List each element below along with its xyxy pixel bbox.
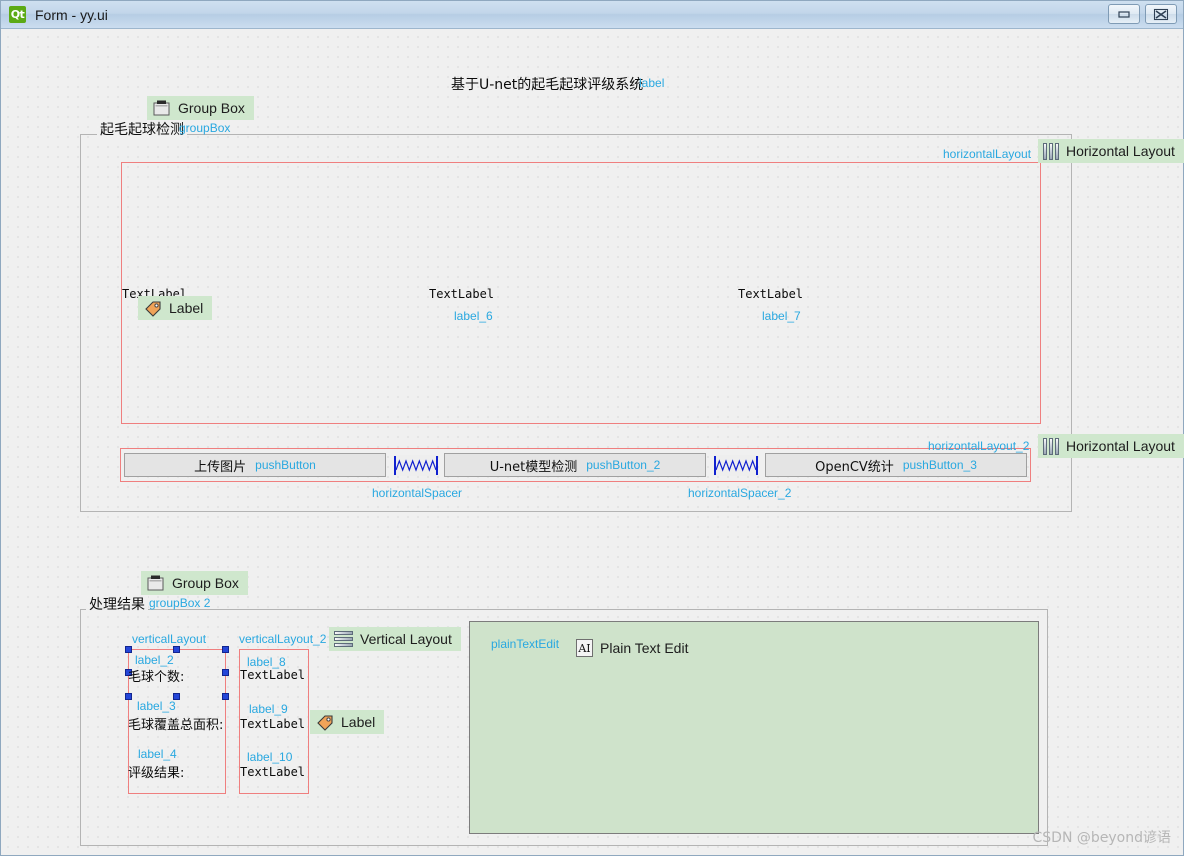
qt-logo-icon: Qt bbox=[9, 6, 26, 23]
vertical-layout-badge-text: Vertical Layout bbox=[360, 631, 452, 647]
horizontal-layout-badge-2: Horizontal Layout bbox=[1038, 434, 1184, 458]
image-label-2-objname: label_6 bbox=[454, 309, 493, 323]
selection-handle-top-right[interactable] bbox=[222, 646, 229, 653]
label-badge-2-text: Label bbox=[341, 714, 376, 730]
close-button[interactable] bbox=[1145, 4, 1177, 24]
plain-text-edit[interactable] bbox=[469, 621, 1039, 834]
horizontal-layout-2-objname: horizontalLayout_2 bbox=[928, 439, 1030, 453]
result-value-2-objname: label_9 bbox=[249, 702, 288, 716]
horizontal-spacer-2[interactable] bbox=[714, 455, 758, 476]
window-titlebar[interactable]: Qt Form - yy.ui bbox=[1, 1, 1183, 29]
watermark: CSDN @beyond谚语 bbox=[1032, 830, 1171, 846]
group-box-results-objname: groupBox 2 bbox=[149, 596, 211, 610]
upload-image-button-label: 上传图片 bbox=[194, 459, 247, 475]
minimize-button[interactable] bbox=[1108, 4, 1140, 24]
horizontal-layout-images[interactable] bbox=[121, 162, 1041, 424]
label-badge-2: Label bbox=[310, 710, 385, 734]
horizontal-spring-icon bbox=[395, 459, 437, 472]
upload-image-button-objname: pushButton bbox=[255, 458, 316, 472]
opencv-stat-button-objname: pushButton_3 bbox=[902, 458, 977, 472]
image-label-3[interactable]: TextLabel bbox=[738, 287, 803, 301]
form-canvas[interactable]: 基于U-net的起毛起球评级系统 label 起毛起球检测 groupBox G… bbox=[1, 29, 1184, 855]
result-label-1[interactable]: 毛球个数: bbox=[128, 666, 184, 685]
group-box-icon bbox=[152, 99, 171, 117]
horizontal-layout-badge-1: Horizontal Layout bbox=[1038, 139, 1184, 163]
vertical-layout-icon bbox=[334, 631, 353, 647]
group-box-badge-1: Group Box bbox=[147, 96, 254, 120]
plain-text-edit-objname: plainTextEdit bbox=[491, 637, 560, 651]
group-box-badge-1-text: Group Box bbox=[178, 100, 245, 116]
vertical-layout-objname: verticalLayout bbox=[132, 632, 207, 646]
selection-handle-bottom-right[interactable] bbox=[222, 693, 229, 700]
result-value-3-objname: label_10 bbox=[247, 750, 293, 764]
opencv-stat-button[interactable]: OpenCV统计 pushButton_3 bbox=[765, 453, 1027, 477]
ai-icon: AI bbox=[576, 639, 593, 657]
vertical-layout-badge: Vertical Layout bbox=[329, 627, 461, 651]
horizontal-spacer-2-objname: horizontalSpacer_2 bbox=[688, 486, 792, 500]
horizontal-layout-icon bbox=[1043, 142, 1059, 160]
window-title: Form - yy.ui bbox=[35, 6, 108, 23]
result-label-2[interactable]: 毛球覆盖总面积: bbox=[128, 714, 223, 733]
form-title-label[interactable]: 基于U-net的起毛起球评级系统 bbox=[451, 74, 643, 94]
plain-text-edit-badge-text: Plain Text Edit bbox=[600, 640, 689, 656]
unet-detect-button[interactable]: U-net模型检测 pushButton_2 bbox=[444, 453, 706, 477]
plain-text-edit-badge: AI Plain Text Edit bbox=[571, 636, 697, 660]
horizontal-spacer-1[interactable] bbox=[394, 455, 438, 476]
group-box-badge-2: Group Box bbox=[141, 571, 248, 595]
result-label-2-objname: label_3 bbox=[137, 699, 176, 713]
tag-icon bbox=[143, 299, 162, 317]
horizontal-spacer-1-objname: horizontalSpacer bbox=[372, 486, 463, 500]
label-badge-1-text: Label bbox=[169, 300, 204, 316]
image-label-3-objname: label_7 bbox=[762, 309, 801, 323]
unet-detect-button-objname: pushButton_2 bbox=[586, 458, 661, 472]
result-value-2[interactable]: TextLabel bbox=[240, 717, 305, 731]
image-label-2[interactable]: TextLabel bbox=[429, 287, 494, 301]
tag-icon bbox=[315, 713, 334, 731]
horizontal-layout-objname: horizontalLayout bbox=[943, 147, 1032, 161]
selection-handle-top-center[interactable] bbox=[173, 646, 180, 653]
form-title-label-objname: label bbox=[639, 76, 665, 90]
result-value-1[interactable]: TextLabel bbox=[240, 668, 305, 682]
unet-detect-button-label: U-net模型检测 bbox=[489, 459, 578, 475]
group-box-badge-2-text: Group Box bbox=[172, 575, 239, 591]
horizontal-layout-badge-1-text: Horizontal Layout bbox=[1066, 143, 1175, 159]
selection-handle-top-left[interactable] bbox=[125, 646, 132, 653]
group-box-detection-objname: groupBox bbox=[179, 121, 231, 135]
close-icon bbox=[1153, 8, 1169, 20]
minimize-icon bbox=[1118, 11, 1130, 18]
opencv-stat-button-label: OpenCV统计 bbox=[815, 459, 894, 475]
result-value-1-objname: label_8 bbox=[247, 655, 286, 669]
group-box-detection-title: 起毛起球检测 bbox=[97, 119, 187, 139]
result-label-1-objname: label_2 bbox=[135, 653, 174, 667]
group-box-results-title: 处理结果 bbox=[86, 594, 148, 614]
horizontal-layout-icon bbox=[1043, 437, 1059, 455]
label-badge-1: Label bbox=[138, 296, 213, 320]
horizontal-layout-badge-2-text: Horizontal Layout bbox=[1066, 438, 1175, 454]
vertical-layout-2-objname: verticalLayout_2 bbox=[239, 632, 327, 646]
upload-image-button[interactable]: 上传图片 pushButton bbox=[124, 453, 386, 477]
result-label-3-objname: label_4 bbox=[138, 747, 177, 761]
horizontal-spring-icon bbox=[715, 459, 757, 472]
result-label-3[interactable]: 评级结果: bbox=[128, 762, 184, 781]
selection-handle-middle-right[interactable] bbox=[222, 669, 229, 676]
qt-designer-form-window: Qt Form - yy.ui 基于U-net的起毛起球评级系统 label 起… bbox=[0, 0, 1184, 856]
result-value-3[interactable]: TextLabel bbox=[240, 765, 305, 779]
window-controls bbox=[1108, 4, 1177, 24]
selection-handle-bottom-left[interactable] bbox=[125, 693, 132, 700]
group-box-icon bbox=[146, 574, 165, 592]
